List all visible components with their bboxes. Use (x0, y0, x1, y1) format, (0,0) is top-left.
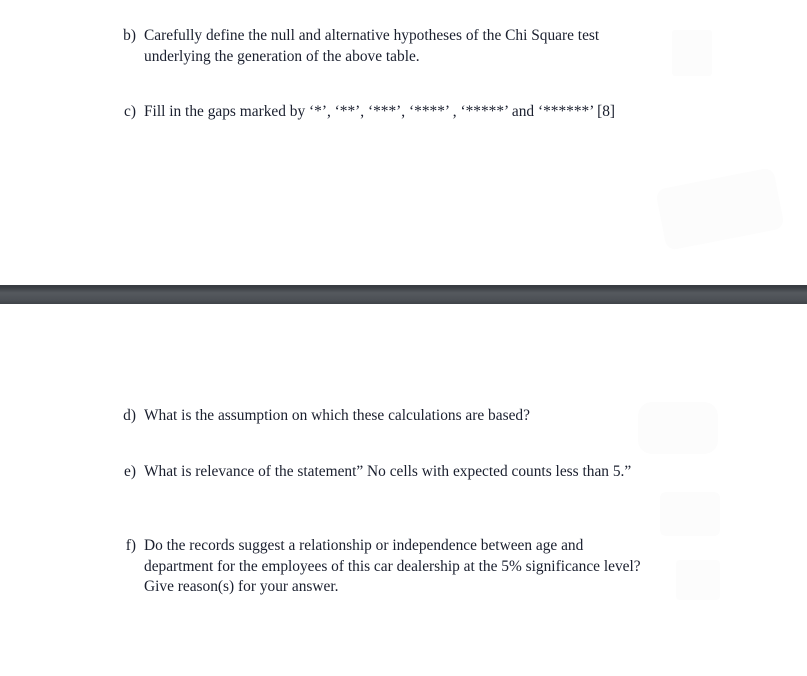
question-line: Carefully define the null and alternativ… (144, 27, 600, 44)
question-item-b: b) Carefully define the null and alterna… (0, 26, 807, 67)
question-marker-f: f) (125, 537, 136, 554)
question-line: Give reason(s) for your answer. (144, 578, 339, 595)
question-text-b: Carefully define the null and alternativ… (136, 26, 807, 67)
question-text-c: Fill in the gaps marked by ‘*’, ‘**’, ‘*… (136, 102, 807, 123)
question-item-c: c) Fill in the gaps marked by ‘*’, ‘**’,… (0, 102, 807, 123)
question-marker-d: d) (123, 407, 136, 424)
document-page: b) Carefully define the null and alterna… (0, 0, 807, 676)
question-item-f: f) Do the records suggest a relationship… (0, 536, 807, 598)
question-line: underlying the generation of the above t… (144, 47, 420, 65)
question-item-d: d) What is the assumption on which these… (0, 406, 807, 427)
question-text-f: Do the records suggest a relationship or… (136, 536, 807, 598)
question-list-upper: b) Carefully define the null and alterna… (0, 26, 807, 123)
scan-artifact (655, 167, 785, 251)
question-text-e: What is relevance of the statement” No c… (136, 462, 807, 483)
question-marker-b: b) (123, 27, 136, 44)
question-marker-e: e) (124, 462, 136, 480)
page-break-separator (0, 285, 807, 304)
question-list-lower: d) What is the assumption on which these… (0, 406, 807, 598)
question-line: Fill in the gaps marked by ‘*’, ‘**’, ‘*… (144, 103, 616, 120)
question-line: What is relevance of the statement” No c… (144, 462, 632, 480)
question-item-e: e) What is relevance of the statement” N… (0, 462, 807, 483)
question-line: What is the assumption on which these ca… (144, 407, 530, 424)
question-marker-c: c) (124, 103, 136, 120)
question-line: Do the records suggest a relationship or… (144, 537, 584, 554)
question-text-d: What is the assumption on which these ca… (136, 406, 807, 427)
question-line: department for the employees of this car… (144, 557, 641, 575)
